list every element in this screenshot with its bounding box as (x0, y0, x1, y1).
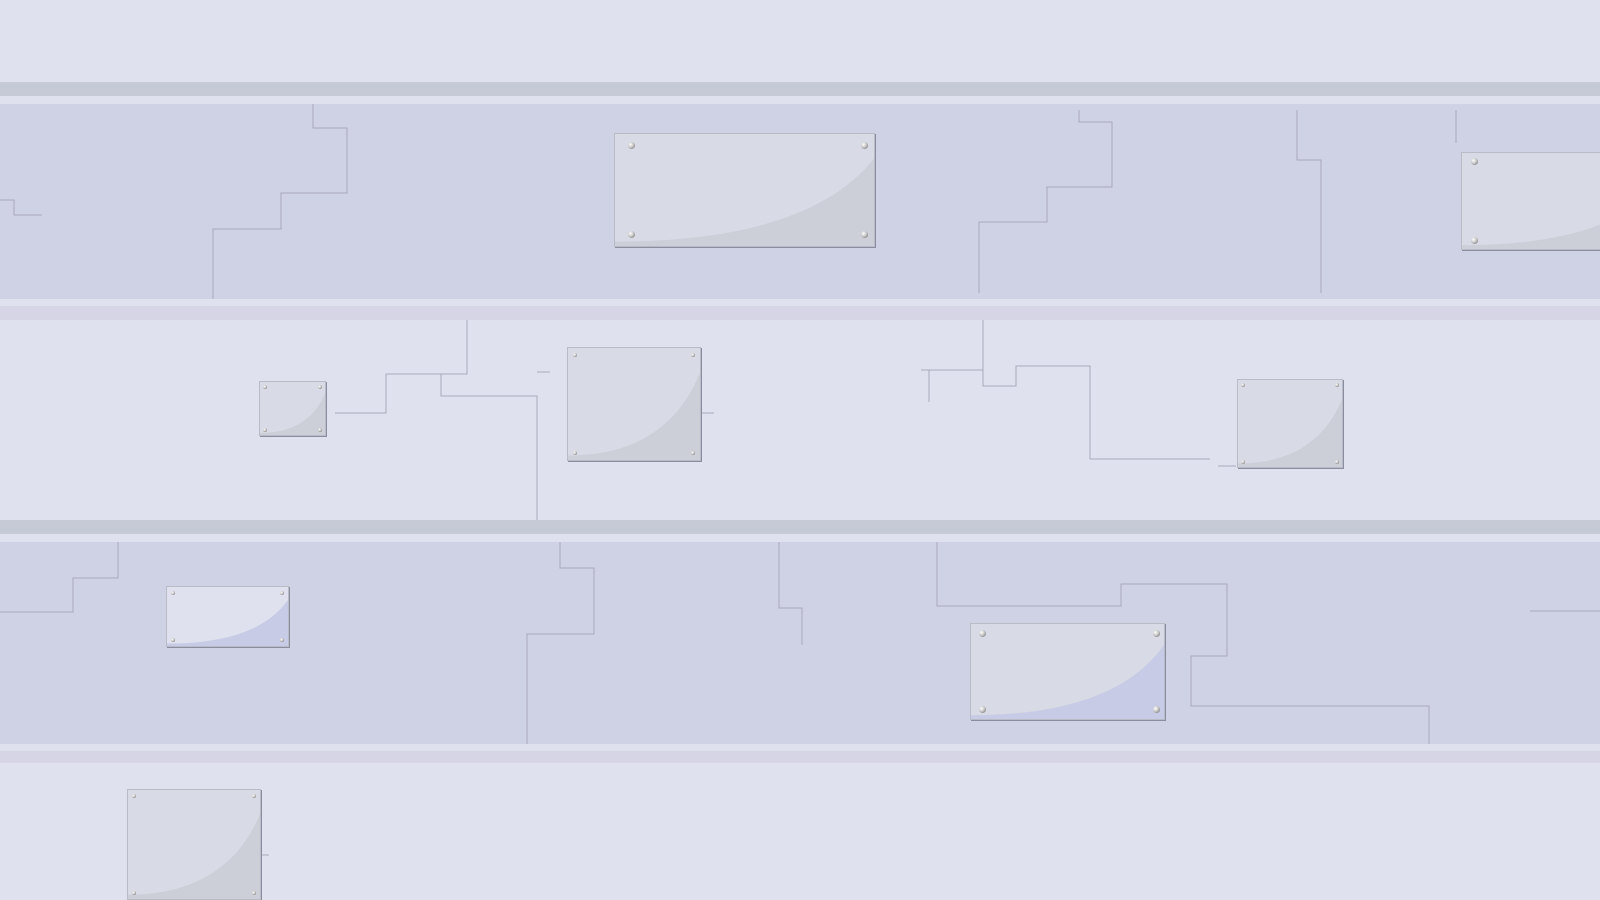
divider-row-1-tint (0, 306, 1600, 320)
screw-icon (628, 142, 635, 149)
plate-5 (1237, 379, 1343, 468)
screw-icon (691, 353, 695, 357)
divider-top (0, 82, 1600, 96)
plate-3 (259, 381, 326, 436)
screw-icon (861, 142, 868, 149)
screw-icon (573, 451, 577, 455)
screw-icon (171, 638, 175, 642)
screw-icon (1153, 630, 1160, 637)
screw-icon (132, 794, 136, 798)
screw-icon (263, 385, 267, 389)
screw-icon (573, 353, 577, 357)
plate-curve-shade (167, 599, 288, 646)
screw-icon (318, 428, 322, 432)
plate-4 (567, 347, 701, 461)
screw-icon (861, 231, 868, 238)
divider-row-2-light (0, 534, 1600, 542)
top-band (0, 0, 1600, 82)
screw-icon (1335, 460, 1339, 464)
screw-icon (979, 630, 986, 637)
screw-icon (1153, 706, 1160, 713)
screw-icon (1241, 383, 1245, 387)
plate-curve-shade (260, 393, 325, 435)
plate-curve-shade (568, 372, 700, 460)
screw-icon (132, 891, 136, 895)
plate-curve-shade (615, 158, 874, 246)
panel-row-2 (0, 320, 1600, 520)
plate-curve-shade (971, 644, 1164, 719)
screw-icon (171, 591, 175, 595)
plate-curve-shade (1238, 399, 1342, 467)
screw-icon (318, 385, 322, 389)
plate-8 (127, 789, 261, 900)
screw-icon (628, 231, 635, 238)
screw-icon (252, 891, 256, 895)
plate-2 (1461, 152, 1600, 250)
divider-row-3 (0, 744, 1600, 751)
plate-7 (970, 623, 1165, 720)
screw-icon (280, 591, 284, 595)
screw-icon (1335, 383, 1339, 387)
divider-row-2 (0, 520, 1600, 534)
plate-curve-shade (128, 813, 260, 899)
plate-6 (166, 586, 289, 647)
plate-curve-shade (1462, 224, 1600, 249)
divider-row-3-tint (0, 751, 1600, 763)
screw-icon (252, 794, 256, 798)
divider-top-light (0, 96, 1600, 104)
screw-icon (263, 428, 267, 432)
screw-icon (1241, 460, 1245, 464)
screw-icon (1471, 237, 1478, 244)
screw-icon (280, 638, 284, 642)
screw-icon (691, 451, 695, 455)
screw-icon (1471, 158, 1478, 165)
screw-icon (979, 706, 986, 713)
plate-1 (614, 133, 875, 247)
divider-row-1 (0, 299, 1600, 306)
